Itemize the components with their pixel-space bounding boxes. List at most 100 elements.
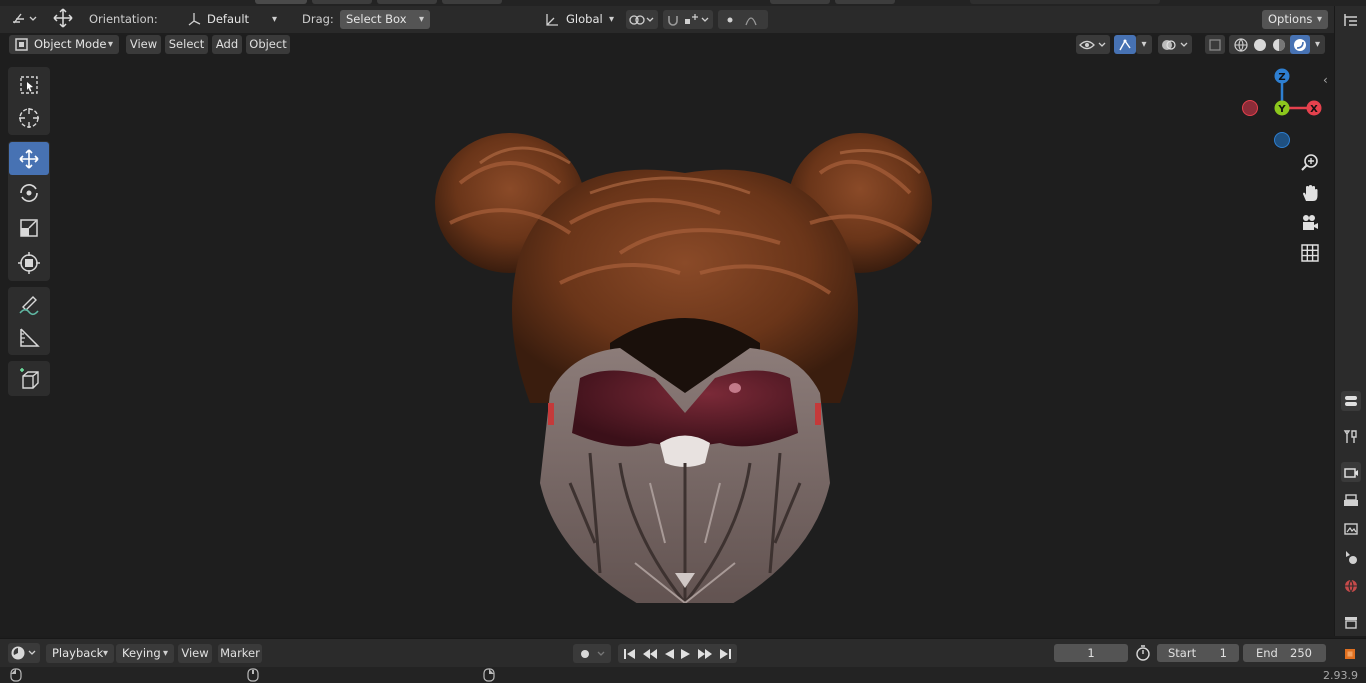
grid-icon[interactable] [1297,240,1323,266]
auto-keying-toggle[interactable] [573,644,611,663]
drag-dropdown[interactable]: Select Box ▾ [340,10,430,29]
outliner-icon[interactable] [1341,10,1361,30]
jump-start-icon[interactable] [623,648,637,660]
scale-icon[interactable] [9,211,49,244]
gizmo-z-label: Z [1278,72,1285,83]
3d-viewport[interactable]: Object Mode ▾ View Select Add Object ▾ ▾ [0,33,1334,636]
add-tools-group [8,361,50,396]
magnet-icon [668,13,709,26]
pan-hand-icon[interactable] [1297,180,1323,206]
scene-icon[interactable] [1341,547,1361,567]
start-frame-field[interactable]: Start 1 [1157,644,1239,662]
render-icon[interactable] [1341,462,1361,482]
wireframe-shading-icon[interactable] [1233,37,1249,53]
options-dropdown[interactable]: Options ▾ [1262,10,1328,29]
gizmo-icon [1119,39,1131,50]
workspace-tab[interactable] [312,0,372,4]
play-icon[interactable] [680,648,692,660]
select-menu[interactable]: Select [165,35,208,54]
character-model[interactable] [420,103,950,603]
object-menu[interactable]: Object [246,35,290,54]
chevron-down-icon: ▾ [418,14,424,25]
pivot-point-dropdown[interactable] [626,10,658,29]
collection-icon[interactable] [1341,612,1361,632]
timer-icon[interactable] [1133,643,1153,663]
start-value: 1 [1219,646,1227,660]
mouse-middle-icon [247,668,259,682]
properties-editor-icon[interactable] [1341,391,1361,411]
transform-icon[interactable] [9,246,49,279]
sidebar-toggle-icon[interactable]: ‹ [1323,73,1328,87]
solid-shading-icon[interactable] [1252,37,1268,53]
tool-icon[interactable] [1341,427,1361,447]
snapping-group[interactable] [663,10,713,29]
transform-orientation-icon [546,14,558,26]
prev-keyframe-icon[interactable] [642,648,658,660]
gizmo-toggle-button[interactable] [1114,35,1136,54]
view-menu[interactable]: View [126,35,161,54]
chevron-down-icon: ▾ [107,39,113,50]
rendered-shading-button[interactable] [1290,35,1310,54]
jump-end-icon[interactable] [718,648,732,660]
gizmo-dropdown[interactable]: ▾ [1136,35,1152,54]
select-box-icon[interactable] [9,68,49,101]
workspace-tab-active[interactable] [255,0,307,4]
navigation-gizmo[interactable]: Z Y X [1238,67,1328,149]
xray-icon [1209,38,1221,51]
overlays-icon [1162,39,1188,50]
add-menu[interactable]: Add [212,35,242,54]
next-keyframe-icon[interactable] [697,648,713,660]
pivot-point-icon [629,14,654,25]
current-frame-field[interactable]: 1 [1054,644,1128,662]
object-icon[interactable] [1339,643,1361,665]
visibility-dropdown[interactable] [1076,35,1110,54]
drag-value: Select Box [346,12,407,26]
xray-toggle[interactable] [1205,35,1225,54]
orientation-value: Default [207,12,250,26]
orientation-axes-icon [188,13,201,26]
mode-dropdown[interactable]: Object Mode ▾ [9,35,119,54]
editor-type-button[interactable] [10,9,40,29]
end-frame-field[interactable]: End 250 [1243,644,1326,662]
view-layer-icon[interactable] [1341,519,1361,539]
zoom-icon[interactable] [1297,150,1323,176]
playback-menu[interactable]: Playback ▾ [46,644,114,663]
timeline-editor-type-button[interactable] [8,643,40,663]
version-label: 2.93.9 [1323,669,1358,682]
rotate-icon[interactable] [9,176,49,209]
playback-controls [618,644,737,663]
proportional-editing-group[interactable] [718,10,768,29]
cursor-icon[interactable] [9,101,49,134]
keying-label: Keying [122,646,161,660]
measure-icon[interactable] [9,321,49,354]
workspace-tab[interactable] [835,0,895,4]
transform-tools-group [8,141,50,281]
overlays-toggle[interactable] [1158,35,1192,54]
world-icon[interactable] [1341,576,1361,596]
workspace-tab[interactable] [970,0,1160,4]
workspace-tab[interactable] [770,0,830,4]
timeline-view-menu[interactable]: View [178,644,212,663]
transform-orientation-value: Global [566,12,603,26]
move-tool-icon[interactable] [50,8,76,28]
timeline-header: Playback ▾ Keying ▾ View Marker 1 Start … [0,638,1366,667]
workspace-tab[interactable] [442,0,502,4]
move-icon[interactable] [9,142,49,175]
drag-label: Drag: [302,12,334,26]
end-label: End [1256,646,1278,660]
material-shading-icon[interactable] [1271,37,1287,53]
marker-menu[interactable]: Marker [218,644,262,663]
orientation-dropdown[interactable]: Default ▾ [183,10,283,29]
add-cube-icon[interactable] [9,362,49,395]
chevron-down-icon[interactable]: ▾ [1315,39,1320,50]
annotate-icon[interactable] [9,288,49,321]
camera-icon[interactable] [1297,210,1323,236]
workspace-tab[interactable] [377,0,437,4]
object-mode-icon [15,38,28,51]
output-icon[interactable] [1341,491,1361,511]
transform-orientation-dropdown[interactable]: Global ▾ [540,10,620,29]
shading-modes[interactable]: ▾ [1229,35,1325,54]
play-reverse-icon[interactable] [663,648,675,660]
keying-menu[interactable]: Keying ▾ [116,644,174,663]
gizmo-y-label: Y [1277,104,1286,115]
